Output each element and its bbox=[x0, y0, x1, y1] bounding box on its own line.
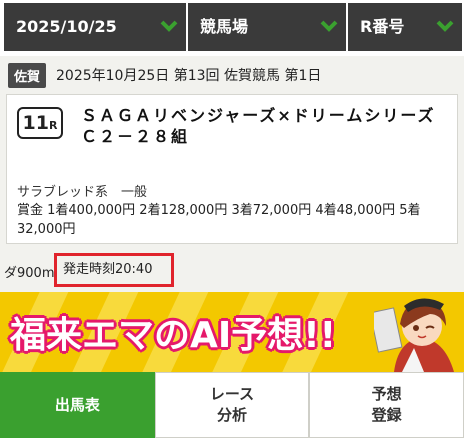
mascot-illustration bbox=[374, 298, 454, 372]
chevron-down-icon bbox=[320, 20, 338, 32]
tab-label: 出馬表 bbox=[54, 395, 100, 414]
date-select-value: 2025/10/25 bbox=[16, 17, 117, 36]
tab-label: レース 分析 bbox=[209, 385, 255, 424]
race-number: 11 bbox=[22, 112, 49, 134]
race-number-suffix: R bbox=[48, 119, 58, 132]
venue-select[interactable]: 競馬場 bbox=[188, 3, 346, 51]
venue-badge: 佐賀 bbox=[8, 62, 47, 88]
race-category: サラブレッド系 一般 bbox=[17, 185, 148, 200]
tab-bar: 出馬表 レース 分析 予想 登録 bbox=[0, 372, 464, 438]
tab-label: 予想 登録 bbox=[371, 385, 402, 424]
start-time: 発走時刻20:40 bbox=[54, 253, 174, 287]
tab-prediction-register[interactable]: 予想 登録 bbox=[309, 372, 464, 438]
banner-title: 福来エマのAI予想!! bbox=[10, 315, 337, 356]
race-number-badge: 11R bbox=[17, 107, 63, 139]
chevron-down-icon bbox=[160, 20, 178, 32]
race-course: ダ900m bbox=[4, 266, 55, 281]
ai-prediction-banner[interactable]: 福来エマのAI予想!! bbox=[0, 292, 464, 372]
race-number-select[interactable]: R番号 bbox=[348, 3, 462, 51]
date-select[interactable]: 2025/10/25 bbox=[4, 3, 186, 51]
chevron-down-icon bbox=[436, 20, 454, 32]
race-number-select-value: R番号 bbox=[360, 17, 405, 36]
race-name: ＳＡＧＡリベンジャーズ×ドリームシリーズ Ｃ２－２８組 bbox=[81, 106, 454, 146]
race-prize: 賞金 1着400,000円 2着128,000円 3着72,000円 4着48,… bbox=[17, 203, 421, 237]
tab-entries[interactable]: 出馬表 bbox=[0, 372, 155, 438]
venue-select-value: 競馬場 bbox=[200, 17, 249, 36]
race-header: 佐賀 2025年10月25日 第13回 佐賀競馬 第1日 bbox=[8, 62, 322, 88]
tab-race-analysis[interactable]: レース 分析 bbox=[154, 372, 310, 438]
race-card: 11R ＳＡＧＡリベンジャーズ×ドリームシリーズ Ｃ２－２８組 サラブレッド系 … bbox=[6, 94, 458, 244]
selector-bar: 2025/10/25 競馬場 R番号 bbox=[0, 0, 464, 56]
race-date-info: 2025年10月25日 第13回 佐賀競馬 第1日 bbox=[56, 68, 322, 84]
